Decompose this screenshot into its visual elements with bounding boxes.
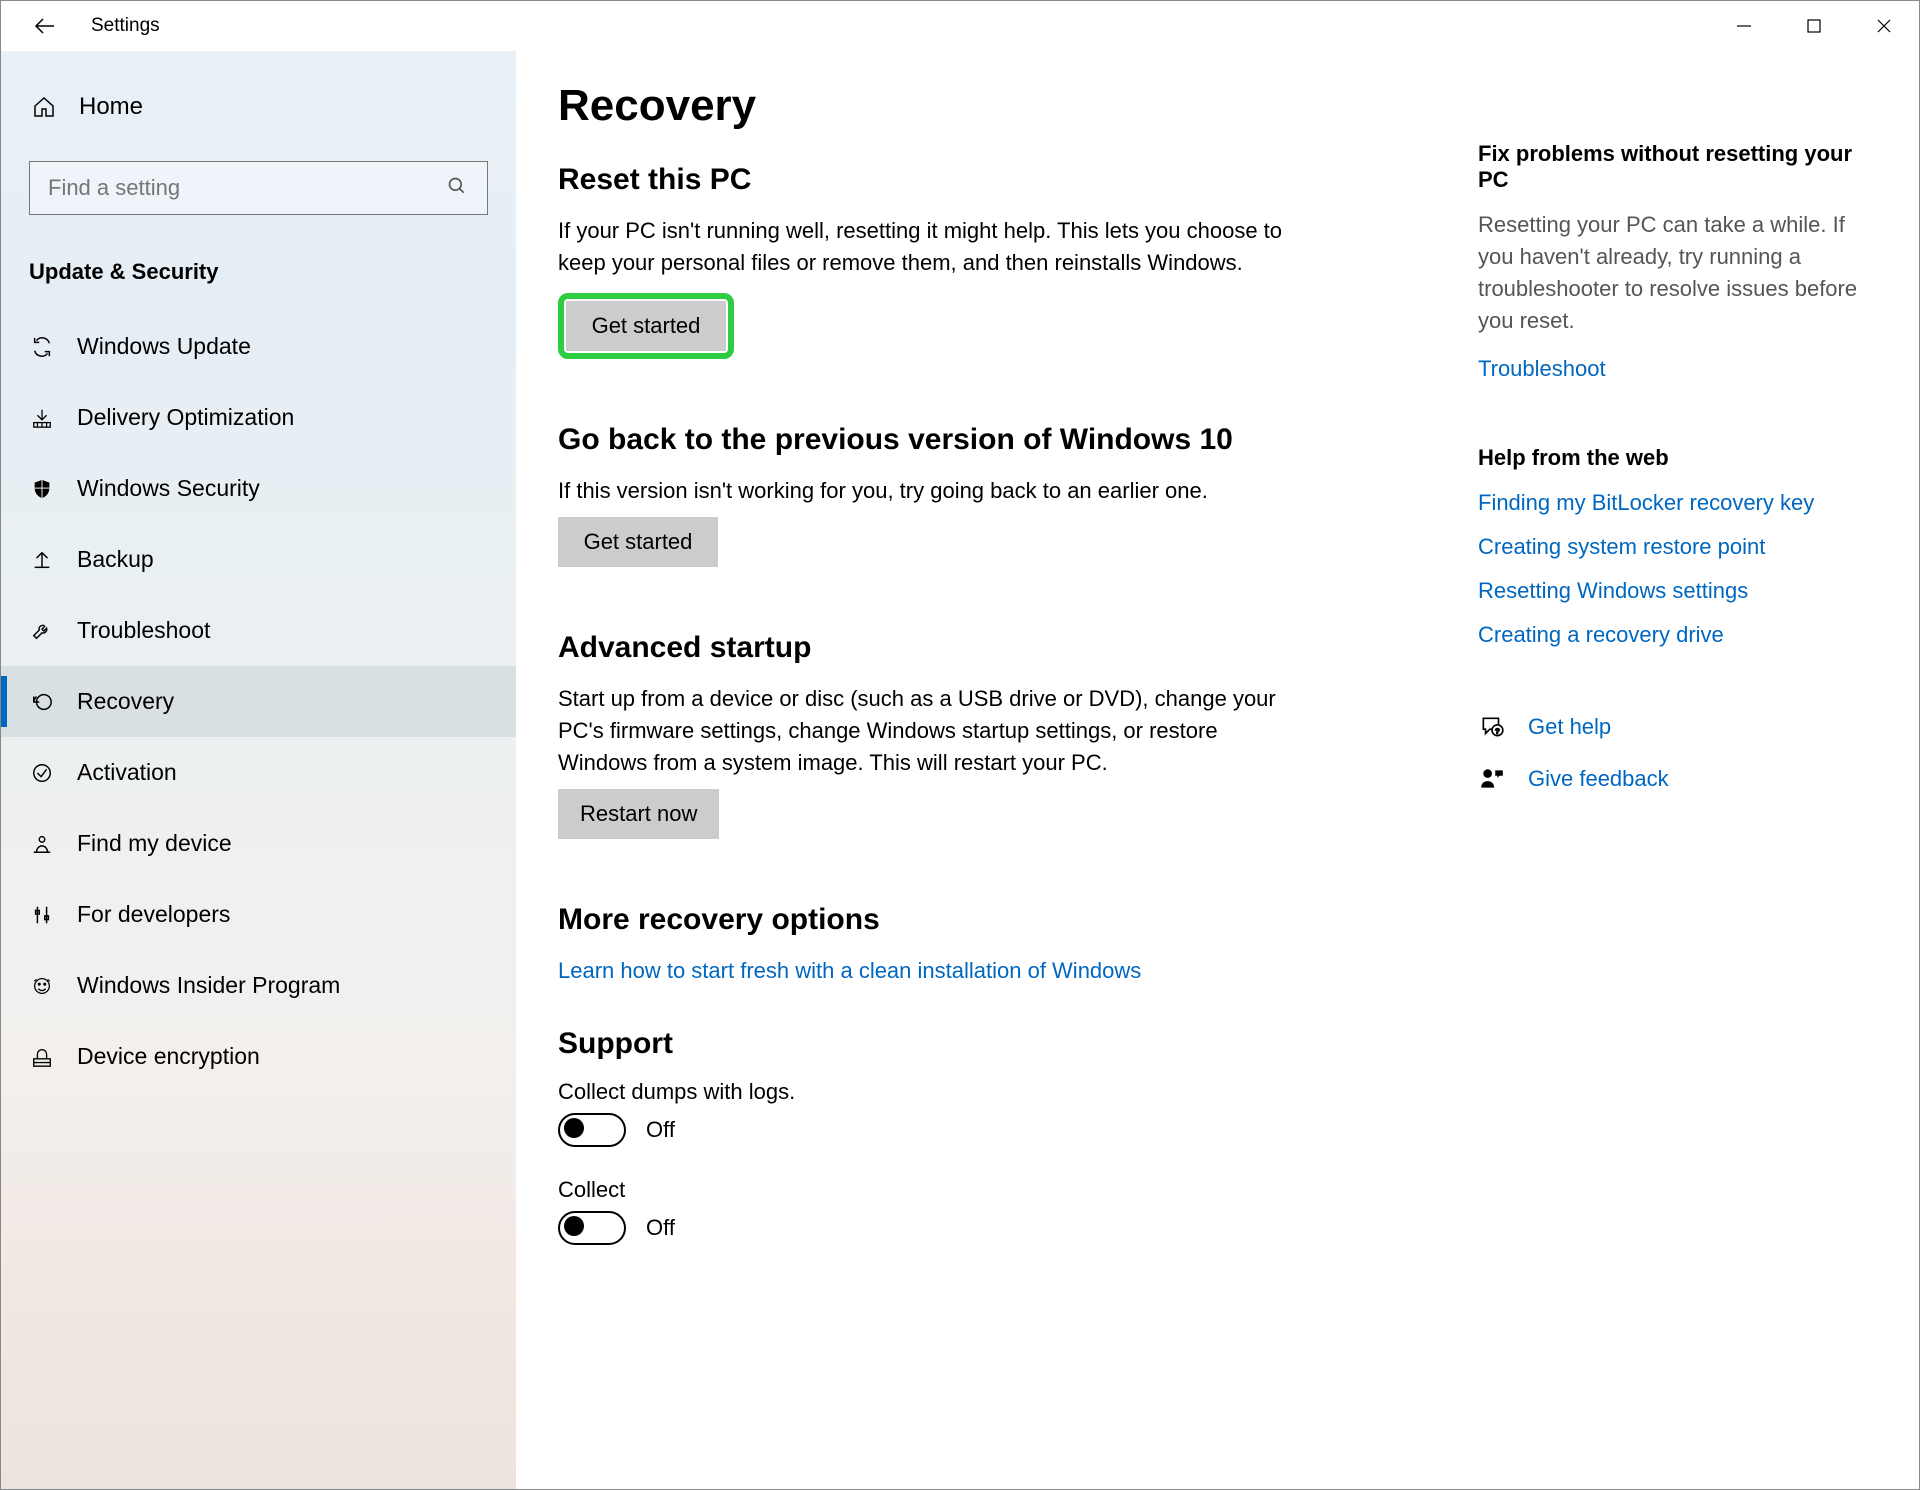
window-title: Settings [91, 15, 160, 37]
search-icon [447, 176, 471, 200]
collect-label: Collect [558, 1177, 1298, 1203]
sidebar-home-label: Home [79, 93, 143, 121]
side-fix-desc: Resetting your PC can take a while. If y… [1478, 209, 1878, 337]
side-fix-title: Fix problems without resetting your PC [1478, 141, 1878, 193]
highlight-box: Get started [558, 293, 734, 359]
back-button[interactable] [29, 10, 61, 42]
developer-icon [29, 902, 55, 928]
reset-desc: If your PC isn't running well, resetting… [558, 215, 1298, 279]
side-actions: ? Get help Give feedback [1478, 711, 1878, 795]
start-fresh-link[interactable]: Learn how to start fresh with a clean in… [558, 955, 1298, 987]
close-button[interactable] [1849, 1, 1919, 51]
section-goback: Go back to the previous version of Windo… [558, 423, 1298, 567]
collect-state: Off [646, 1215, 675, 1241]
minimize-button[interactable] [1709, 1, 1779, 51]
dumps-state: Off [646, 1117, 675, 1143]
web-help-link-1[interactable]: Creating system restore point [1478, 531, 1878, 563]
sidebar-item-troubleshoot[interactable]: Troubleshoot [1, 595, 516, 666]
sidebar-item-backup[interactable]: Backup [1, 524, 516, 595]
restart-now-button[interactable]: Restart now [558, 789, 719, 839]
sidebar-section-title: Update & Security [29, 259, 488, 285]
sidebar-item-label: Windows Insider Program [77, 972, 340, 999]
give-feedback-row[interactable]: Give feedback [1478, 763, 1878, 795]
help-icon: ? [1478, 713, 1506, 741]
more-title: More recovery options [558, 903, 1298, 937]
section-more: More recovery options Learn how to start… [558, 903, 1298, 987]
side-fix: Fix problems without resetting your PC R… [1478, 141, 1878, 385]
delivery-icon [29, 405, 55, 431]
sidebar-item-label: Find my device [77, 830, 232, 857]
sidebar-item-label: Windows Security [77, 475, 260, 502]
recovery-icon [29, 689, 55, 715]
web-help-link-3[interactable]: Creating a recovery drive [1478, 619, 1878, 651]
sidebar-item-device-encryption[interactable]: Device encryption [1, 1021, 516, 1092]
check-circle-icon [29, 760, 55, 786]
encryption-icon [29, 1044, 55, 1070]
section-advanced: Advanced startup Start up from a device … [558, 631, 1298, 839]
web-help-link-2[interactable]: Resetting Windows settings [1478, 575, 1878, 607]
sidebar-item-label: Activation [77, 759, 177, 786]
sidebar-item-label: Recovery [77, 688, 174, 715]
sidebar-item-label: Device encryption [77, 1043, 260, 1070]
reset-get-started-button[interactable]: Get started [566, 301, 726, 351]
sidebar-item-windows-insider-program[interactable]: Windows Insider Program [1, 950, 516, 1021]
search-box[interactable] [29, 161, 488, 215]
backup-icon [29, 547, 55, 573]
dumps-toggle[interactable] [558, 1113, 626, 1147]
sidebar-home[interactable]: Home [29, 89, 488, 125]
maximize-button[interactable] [1779, 1, 1849, 51]
sidebar-item-windows-security[interactable]: Windows Security [1, 453, 516, 524]
sidebar-item-label: Troubleshoot [77, 617, 210, 644]
sidebar-item-label: Windows Update [77, 333, 251, 360]
goback-title: Go back to the previous version of Windo… [558, 423, 1298, 457]
insider-icon [29, 973, 55, 999]
sidebar-item-label: For developers [77, 901, 230, 928]
dumps-label: Collect dumps with logs. [558, 1079, 1298, 1105]
get-help-row[interactable]: ? Get help [1478, 711, 1878, 743]
sidebar-item-windows-update[interactable]: Windows Update [1, 311, 516, 382]
find-device-icon [29, 831, 55, 857]
sidebar-item-delivery-optimization[interactable]: Delivery Optimization [1, 382, 516, 453]
sidebar-item-activation[interactable]: Activation [1, 737, 516, 808]
collect-toggle[interactable] [558, 1211, 626, 1245]
sidebar-item-label: Delivery Optimization [77, 404, 294, 431]
svg-text:?: ? [1495, 727, 1499, 736]
support-title: Support [558, 1027, 1298, 1061]
page-title: Recovery [558, 81, 1298, 131]
search-input[interactable] [46, 174, 447, 202]
section-reset: Reset this PC If your PC isn't running w… [558, 163, 1298, 359]
home-icon [31, 94, 57, 120]
sidebar-item-label: Backup [77, 546, 154, 573]
web-help-link-0[interactable]: Finding my BitLocker recovery key [1478, 487, 1878, 519]
wrench-icon [29, 618, 55, 644]
reset-title: Reset this PC [558, 163, 1298, 197]
sidebar-item-for-developers[interactable]: For developers [1, 879, 516, 950]
sync-icon [29, 334, 55, 360]
goback-get-started-button[interactable]: Get started [558, 517, 718, 567]
sidebar: Home Update & Security Windows Update Del… [1, 51, 516, 1489]
shield-icon [29, 476, 55, 502]
side-web-title: Help from the web [1478, 445, 1878, 471]
advanced-desc: Start up from a device or disc (such as … [558, 683, 1298, 779]
feedback-icon [1478, 765, 1506, 793]
side-web: Help from the web Finding my BitLocker r… [1478, 445, 1878, 651]
section-support: Support Collect dumps with logs. Off Col… [558, 1027, 1298, 1245]
titlebar: Settings [1, 1, 1919, 51]
get-help-link[interactable]: Get help [1528, 711, 1611, 743]
sidebar-item-find-my-device[interactable]: Find my device [1, 808, 516, 879]
sidebar-item-recovery[interactable]: Recovery [1, 666, 516, 737]
troubleshoot-link[interactable]: Troubleshoot [1478, 353, 1878, 385]
give-feedback-link[interactable]: Give feedback [1528, 763, 1669, 795]
goback-desc: If this version isn't working for you, t… [558, 475, 1298, 507]
advanced-title: Advanced startup [558, 631, 1298, 665]
